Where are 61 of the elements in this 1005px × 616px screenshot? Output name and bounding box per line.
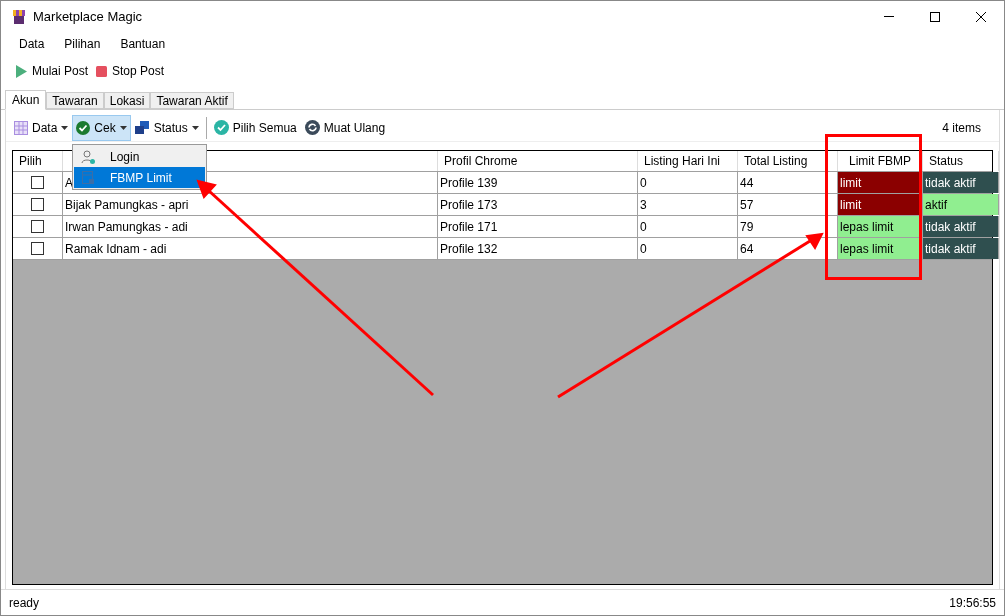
user-icon: [81, 149, 95, 164]
table-cell: aktif: [923, 194, 999, 215]
table-cell: tidak aktif: [923, 238, 999, 259]
table-cell: Profile 132: [438, 238, 638, 259]
tab[interactable]: Akun: [5, 90, 47, 110]
tab[interactable]: Tawaran Aktif: [150, 92, 234, 109]
lock-icon: [81, 170, 95, 185]
app-logo-icon: [11, 8, 27, 25]
menu-item[interactable]: Bantuan: [110, 35, 176, 53]
toolbar-button[interactable]: Muat Ulang: [300, 114, 390, 141]
status-time: 19:56:55: [949, 594, 996, 612]
toolbar-button[interactable]: Data: [10, 114, 73, 141]
table-cell: 3: [638, 194, 738, 215]
table-cell: Profile 173: [438, 194, 638, 215]
checkbox[interactable]: [31, 242, 44, 255]
stop-post-button[interactable]: Stop Post: [96, 62, 165, 80]
checkbox[interactable]: [31, 220, 44, 233]
reload-icon: [304, 120, 320, 135]
column-header: Status: [923, 151, 999, 171]
check-circle-icon: [76, 120, 91, 135]
toolbar-button[interactable]: Pilih Semua: [209, 114, 301, 141]
check-circle-icon: [213, 120, 229, 135]
column-header: Listing Hari Ini: [638, 151, 738, 171]
menu-item[interactable]: FBMP Limit: [74, 167, 205, 188]
table-cell: 0: [638, 216, 738, 237]
table-cell: Irwan Pamungkas - adi: [63, 216, 438, 237]
item-count: 4 items: [942, 119, 981, 137]
table-cell: 0: [638, 238, 738, 259]
minimize-icon: [884, 16, 894, 17]
status-message: ready: [9, 594, 40, 612]
column-header: Profil Chrome: [438, 151, 638, 171]
menu-item[interactable]: Data: [9, 35, 55, 53]
start-post-button[interactable]: Mulai Post: [15, 62, 89, 80]
table-cell: lepas limit: [838, 216, 923, 237]
close-icon: [976, 11, 986, 22]
table-cell: limit: [838, 172, 923, 193]
table-cell: Profile 139: [438, 172, 638, 193]
tab[interactable]: Lokasi: [103, 92, 151, 109]
menu-item[interactable]: Pilihan: [54, 35, 111, 53]
grid-icon: [14, 120, 28, 135]
table-cell: tidak aktif: [923, 216, 999, 237]
play-icon: [15, 64, 27, 78]
checkbox[interactable]: [31, 176, 44, 189]
column-header: Pilih: [13, 151, 63, 171]
table-cell: Ramak Idnam - adi: [63, 238, 438, 259]
table-cell: limit: [838, 194, 923, 215]
column-header: Total Listing: [738, 151, 838, 171]
column-header: Limit FBMP: [838, 151, 923, 171]
maximize-icon: [930, 11, 940, 22]
stop-icon: [96, 65, 108, 77]
toolbar-button[interactable]: Status: [130, 114, 203, 141]
table-cell: tidak aktif: [923, 172, 999, 193]
menu-item[interactable]: Login: [74, 146, 205, 167]
squares-icon: [134, 120, 150, 135]
window-title: Marketplace Magic: [33, 7, 143, 26]
table-cell: lepas limit: [838, 238, 923, 259]
checkbox[interactable]: [31, 198, 44, 211]
table-cell: 0: [638, 172, 738, 193]
tab[interactable]: Tawaran: [46, 92, 104, 109]
toolbar-button[interactable]: Cek: [72, 114, 131, 141]
table-cell: Profile 171: [438, 216, 638, 237]
